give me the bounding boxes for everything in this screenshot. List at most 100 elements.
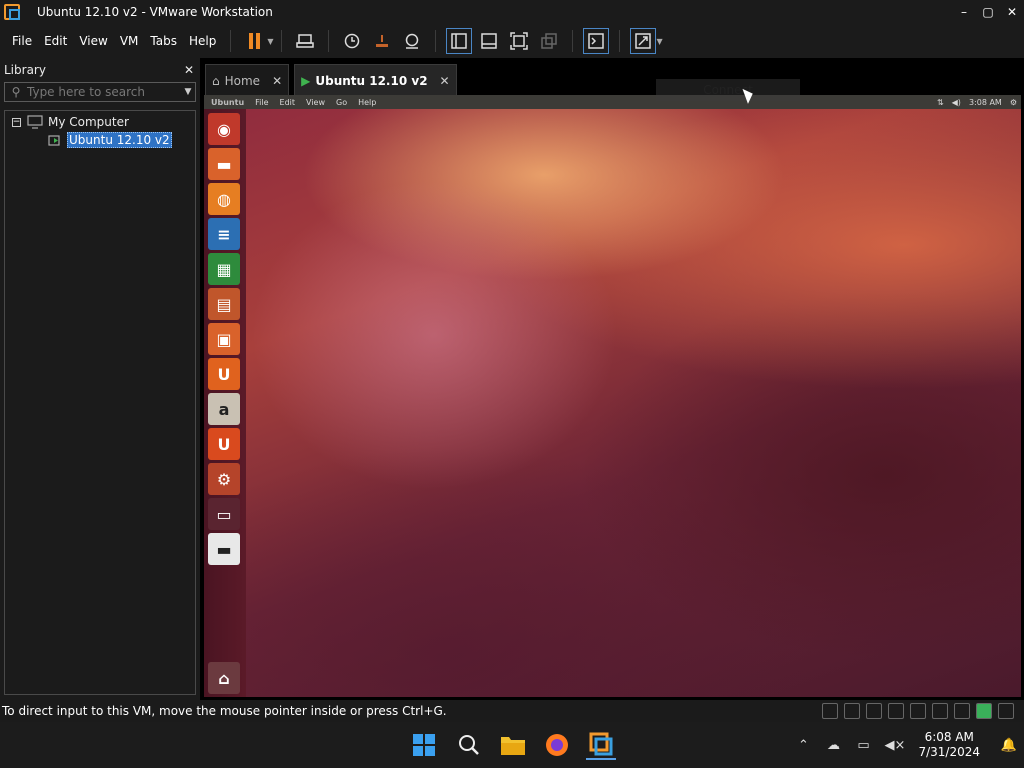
gear-icon[interactable]: ⚙ bbox=[1010, 98, 1017, 107]
taskbar-clock[interactable]: 6:08 AM 7/31/2024 bbox=[918, 730, 980, 760]
guest-menu-help[interactable]: Help bbox=[358, 98, 376, 107]
windows-start-icon[interactable] bbox=[409, 730, 439, 760]
launcher-calc-icon[interactable]: ▦ bbox=[208, 253, 240, 285]
guest-menu-file[interactable]: File bbox=[255, 98, 268, 107]
console-view-icon[interactable] bbox=[583, 28, 610, 54]
menu-vm[interactable]: VM bbox=[114, 34, 145, 48]
launcher-impress-icon[interactable]: ▤ bbox=[208, 288, 240, 320]
collapse-icon[interactable]: − bbox=[12, 117, 21, 127]
file-explorer-icon[interactable] bbox=[498, 730, 528, 760]
minimize-button[interactable]: – bbox=[952, 0, 976, 24]
launcher-ubuntu-one-music-icon[interactable]: U bbox=[208, 428, 240, 460]
notification-bell-icon[interactable]: 🔔 bbox=[1000, 738, 1018, 753]
volume-icon[interactable]: ◀) bbox=[952, 98, 961, 107]
launcher-system-settings-icon[interactable]: ⚙ bbox=[208, 463, 240, 495]
device-icons bbox=[822, 703, 1014, 719]
tab-ubuntu[interactable]: ▶ Ubuntu 12.10 v2 ✕ bbox=[294, 64, 457, 96]
launcher-writer-icon[interactable]: ≡ bbox=[208, 218, 240, 250]
close-tab-icon[interactable]: ✕ bbox=[272, 74, 282, 88]
tree-label: My Computer bbox=[48, 115, 129, 129]
thumbnail-view-icon[interactable] bbox=[477, 29, 501, 53]
system-tray: ⌃ ☁ ▭ ◀× 6:08 AM 7/31/2024 🔔 bbox=[788, 722, 1024, 768]
window-title: Ubuntu 12.10 v2 - VMware Workstation bbox=[37, 5, 273, 19]
network-icon[interactable]: ⇅ bbox=[937, 98, 944, 107]
tree-item-my-computer[interactable]: − My Computer bbox=[12, 115, 129, 129]
chevron-up-icon[interactable]: ⌃ bbox=[794, 738, 812, 753]
network-adapter-icon[interactable] bbox=[910, 703, 926, 719]
guest-screen[interactable]: Ubuntu File Edit View Go Help ⇅ ◀) 3:08 … bbox=[204, 95, 1021, 697]
menu-help[interactable]: Help bbox=[183, 34, 222, 48]
close-button[interactable]: ✕ bbox=[1000, 0, 1024, 24]
vm-icon: ▶ bbox=[301, 73, 311, 88]
launcher-ubuntu-one-icon[interactable]: U bbox=[208, 358, 240, 390]
library-search-input[interactable]: ⚲ Type here to search ▼ bbox=[4, 82, 196, 102]
snapshot-manager-icon[interactable] bbox=[400, 29, 424, 53]
floppy-icon[interactable] bbox=[888, 703, 904, 719]
launcher-files-icon[interactable]: ▬ bbox=[208, 148, 240, 180]
library-view-icon[interactable] bbox=[446, 28, 473, 54]
launcher-software-center-icon[interactable]: ▣ bbox=[208, 323, 240, 355]
home-icon: ⌂ bbox=[212, 73, 220, 88]
cd-icon[interactable] bbox=[866, 703, 882, 719]
search-icon: ⚲ bbox=[11, 85, 21, 99]
usb-icon[interactable] bbox=[932, 703, 948, 719]
launcher-amazon-icon[interactable]: a bbox=[208, 393, 240, 425]
launcher-firefox-icon[interactable]: ◍ bbox=[208, 183, 240, 215]
toolbar-separator bbox=[328, 30, 330, 52]
tab-label: Home bbox=[224, 73, 261, 88]
connect-tooltip: Connect bbox=[656, 79, 800, 101]
toolbar-separator bbox=[619, 30, 621, 52]
launcher-trash-icon[interactable]: ⌂ bbox=[208, 662, 240, 694]
firefox-icon[interactable] bbox=[542, 730, 572, 760]
guest-menu-view[interactable]: View bbox=[306, 98, 325, 107]
send-keys-icon[interactable] bbox=[293, 29, 317, 53]
tab-home[interactable]: ⌂ Home ✕ bbox=[205, 64, 290, 96]
onedrive-icon[interactable]: ☁ bbox=[824, 738, 842, 753]
launcher-floppy-icon[interactable]: ▬ bbox=[208, 533, 240, 565]
guest-menu-edit[interactable]: Edit bbox=[280, 98, 296, 107]
toolbar-separator bbox=[281, 30, 283, 52]
menu-edit[interactable]: Edit bbox=[38, 34, 73, 48]
ubuntu-wallpaper bbox=[204, 95, 1021, 697]
toolbar-separator bbox=[572, 30, 574, 52]
status-message: To direct input to this VM, move the mou… bbox=[2, 704, 447, 718]
revert-snapshot-icon[interactable] bbox=[370, 29, 394, 53]
display-icon[interactable]: ▭ bbox=[854, 738, 872, 753]
close-icon[interactable]: ✕ bbox=[184, 63, 194, 77]
volume-muted-icon[interactable]: ◀× bbox=[884, 738, 905, 753]
guest-menu-go[interactable]: Go bbox=[336, 98, 347, 107]
full-screen-icon[interactable] bbox=[507, 29, 531, 53]
launcher-workspace-switcher-icon[interactable]: ▭ bbox=[208, 498, 240, 530]
tree-item-vm[interactable]: Ubuntu 12.10 v2 bbox=[48, 132, 172, 148]
vmware-icon[interactable] bbox=[586, 730, 616, 760]
guest-brand: Ubuntu bbox=[211, 97, 245, 107]
stretch-icon[interactable] bbox=[630, 28, 657, 54]
menu-view[interactable]: View bbox=[73, 34, 113, 48]
computer-icon bbox=[27, 115, 43, 129]
guest-clock[interactable]: 3:08 AM bbox=[969, 98, 1002, 107]
menu-file[interactable]: File bbox=[6, 34, 38, 48]
chevron-down-icon[interactable]: ▼ bbox=[656, 37, 662, 46]
library-title: Library bbox=[4, 63, 46, 77]
toolbar-separator bbox=[230, 30, 232, 52]
search-icon[interactable] bbox=[454, 730, 484, 760]
close-tab-icon[interactable]: ✕ bbox=[440, 74, 450, 88]
chevron-down-icon[interactable]: ▼ bbox=[181, 87, 195, 97]
windows-taskbar: ⌃ ☁ ▭ ◀× 6:08 AM 7/31/2024 🔔 bbox=[0, 722, 1024, 768]
chevron-down-icon[interactable]: ▼ bbox=[267, 37, 273, 46]
maximize-button[interactable]: ▢ bbox=[976, 0, 1000, 24]
download-icon[interactable] bbox=[998, 703, 1014, 719]
vmware-app-icon bbox=[4, 4, 20, 20]
menu-tabs[interactable]: Tabs bbox=[144, 34, 183, 48]
search-placeholder: Type here to search bbox=[27, 85, 145, 99]
unity-launcher: ◉ ▬ ◍ ≡ ▦ ▤ ▣ Ua U ⚙ ▭ ▬ ⌂ bbox=[204, 109, 246, 697]
message-icon[interactable] bbox=[976, 703, 992, 719]
hard-disk-icon[interactable] bbox=[822, 703, 838, 719]
clock-date: 7/31/2024 bbox=[918, 745, 980, 759]
pause-icon[interactable] bbox=[242, 29, 266, 53]
sound-card-icon[interactable] bbox=[954, 703, 970, 719]
snapshot-icon[interactable] bbox=[340, 29, 364, 53]
cd-icon[interactable] bbox=[844, 703, 860, 719]
launcher-dash-home-icon[interactable]: ◉ bbox=[208, 113, 240, 145]
unity-icon[interactable] bbox=[537, 29, 561, 53]
